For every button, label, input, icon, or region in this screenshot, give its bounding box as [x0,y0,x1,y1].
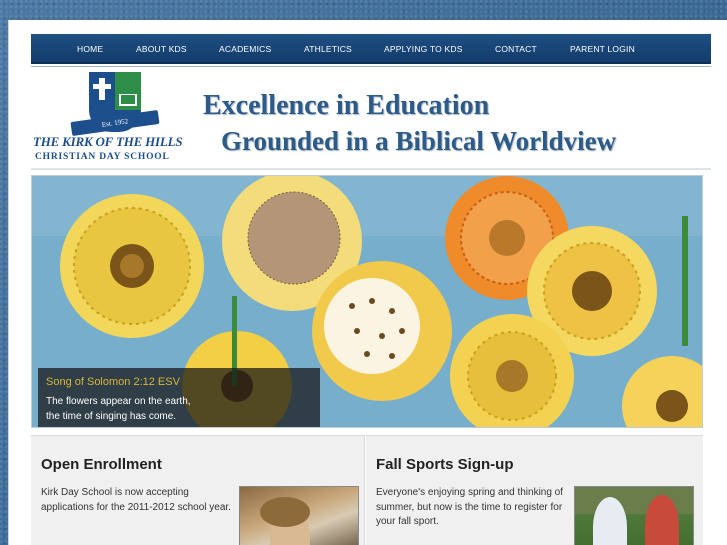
school-subtitle: Christian Day School [35,152,170,162]
nav-divider [31,66,711,67]
hero-caption: Song of Solomon 2:12 ESV The flowers app… [38,368,320,427]
cross-icon [99,78,105,100]
fall-sports-panel: Fall Sports Sign-up Everyone's enjoying … [366,435,703,545]
tagline-line-1: Excellence in Education [203,90,490,121]
nav-contact[interactable]: CONTACT [495,44,537,54]
nav-home[interactable]: HOME [77,44,103,54]
fall-sports-text: Everyone's enjoying spring and thinking … [376,487,564,527]
nav-academics[interactable]: ACADEMICS [219,44,271,54]
sunflower-polka-dot [312,261,452,401]
open-enrollment-text: Kirk Day School is now accepting applica… [41,487,231,513]
sunflower-1 [60,194,204,338]
classroom-photo[interactable] [239,486,359,545]
nav-about[interactable]: ABOUT KDS [136,44,187,54]
open-enrollment-title[interactable]: Open Enrollment [41,456,162,473]
book-icon [119,94,137,106]
school-logo[interactable]: Est. 1952 THE KIRK OF THE HILLS Christia… [33,72,201,168]
caption-line-2: the time of singing has come. [46,411,177,422]
school-name: THE KIRK OF THE HILLS [33,134,183,149]
nav-parent-login[interactable]: PARENT LOGIN [570,44,635,54]
site-header: Est. 1952 THE KIRK OF THE HILLS Christia… [31,70,711,170]
hero-slideshow[interactable]: Song of Solomon 2:12 ESV The flowers app… [31,175,703,428]
nav-applying[interactable]: APPLYING TO KDS [384,44,463,54]
caption-line-1: The flowers appear on the earth, [46,396,191,407]
main-nav: HOME ABOUT KDS ACADEMICS ATHLETICS APPLY… [31,34,711,64]
page: HOME ABOUT KDS ACADEMICS ATHLETICS APPLY… [8,20,727,545]
open-enrollment-panel: Open Enrollment Kirk Day School is now a… [31,435,365,545]
caption-title: Song of Solomon 2:12 ESV [46,376,180,388]
soccer-photo[interactable] [574,486,694,545]
fall-sports-title[interactable]: Fall Sports Sign-up [376,456,514,473]
header-divider [31,168,711,170]
nav-athletics[interactable]: ATHLETICS [304,44,352,54]
tagline-line-2: Grounded in a Biblical Worldview [221,126,617,156]
